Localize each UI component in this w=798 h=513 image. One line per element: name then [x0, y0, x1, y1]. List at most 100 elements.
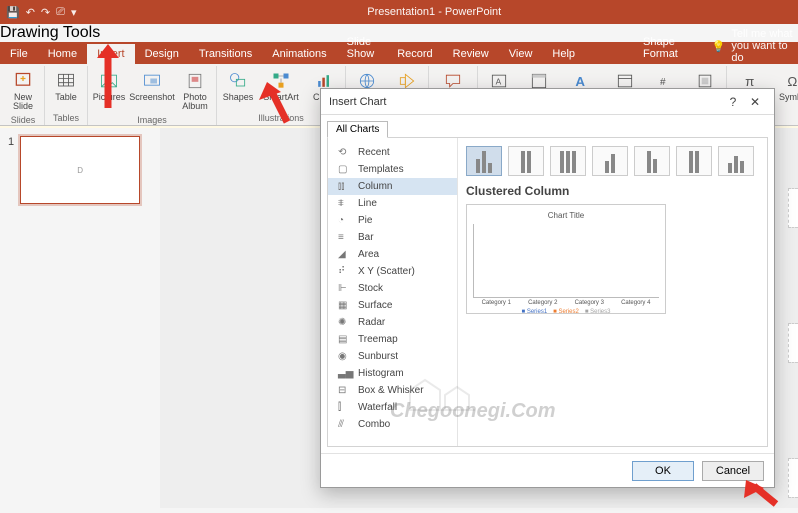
insert-chart-dialog: Insert Chart ? ✕ All Charts ⟲Recent▢Temp…: [320, 88, 775, 488]
new-slide-button[interactable]: New Slide: [6, 68, 40, 114]
dialog-titlebar[interactable]: Insert Chart ? ✕: [321, 89, 774, 115]
slide-edge-placeholder: [788, 323, 798, 363]
subtype-3d-stacked-column[interactable]: [634, 146, 670, 176]
chart-type-bar[interactable]: ≡Bar: [328, 229, 457, 246]
chart-type-icon: ⠞: [338, 266, 352, 277]
screenshot-button[interactable]: Screenshot: [132, 68, 172, 114]
slide-thumbnail-pane[interactable]: 1 D: [0, 128, 160, 508]
chart-type-icon: ▤: [338, 334, 352, 345]
group-tables: Table Tables: [45, 66, 88, 125]
chart-type-area[interactable]: ◢Area: [328, 246, 457, 263]
titlebar: 💾 ↶ ↷ ⎚ ▾ Presentation1 - PowerPoint: [0, 0, 798, 24]
cancel-button[interactable]: Cancel: [702, 461, 764, 481]
redo-icon[interactable]: ↷: [41, 6, 50, 19]
chart-preview[interactable]: Chart Title Category 1Category 2Category…: [466, 204, 666, 314]
group-slides: New Slide Slides: [2, 66, 45, 125]
chart-type-treemap[interactable]: ▤Treemap: [328, 331, 457, 348]
svg-text:π: π: [745, 74, 754, 89]
chart-preview-title: Chart Title: [473, 211, 659, 220]
tell-me-placeholder: Tell me what you want to do: [731, 28, 798, 64]
chart-category-labels: Category 1Category 2Category 3Category 4: [473, 300, 659, 306]
tab-help[interactable]: Help: [542, 44, 585, 64]
chart-preview-plot: [473, 224, 659, 298]
subtype-100-stacked-column[interactable]: [550, 146, 586, 176]
chart-type-column[interactable]: ⫾⫾Column: [328, 178, 457, 195]
lightbulb-icon: 💡: [712, 40, 726, 53]
chart-type-icon: ⟲: [338, 147, 352, 158]
symbol-button[interactable]: ΩSymbol: [777, 68, 798, 122]
subtype-clustered-column[interactable]: [466, 146, 502, 176]
tab-insert[interactable]: Insert: [87, 44, 135, 64]
slide-thumbnail[interactable]: 1 D: [8, 136, 152, 204]
chart-type-radar[interactable]: ✺Radar: [328, 314, 457, 331]
chart-type-icon: ◉: [338, 351, 352, 362]
table-icon: [55, 70, 77, 92]
tab-design[interactable]: Design: [135, 44, 189, 64]
dialog-close-button[interactable]: ✕: [744, 95, 766, 109]
subtype-3d-clustered-column[interactable]: [592, 146, 628, 176]
dialog-button-row: OK Cancel: [321, 453, 774, 487]
tell-me-search[interactable]: 💡 Tell me what you want to do: [712, 28, 798, 64]
dialog-help-button[interactable]: ?: [722, 95, 744, 109]
chart-type-templates[interactable]: ▢Templates: [328, 161, 457, 178]
chart-type-icon: ⫻: [338, 419, 352, 430]
tab-home[interactable]: Home: [38, 44, 87, 64]
shapes-icon: [227, 70, 249, 92]
pictures-button[interactable]: Pictures: [92, 68, 126, 114]
new-slide-icon: [12, 70, 34, 92]
undo-icon[interactable]: ↶: [26, 6, 35, 19]
svg-text:Ω: Ω: [787, 74, 797, 89]
subtype-stacked-column[interactable]: [508, 146, 544, 176]
quick-access-toolbar: 💾 ↶ ↷ ⎚ ▾: [6, 6, 76, 19]
smartart-button[interactable]: SmartArt: [261, 68, 301, 112]
subtype-row: [466, 146, 759, 176]
chart-type-x-y-scatter-[interactable]: ⠞X Y (Scatter): [328, 263, 457, 280]
subtab-all-charts[interactable]: All Charts: [327, 121, 388, 138]
tab-shape-format[interactable]: Shape Format: [633, 32, 692, 64]
slide-edge-placeholder: [788, 188, 798, 228]
shapes-button[interactable]: Shapes: [221, 68, 255, 112]
start-from-beginning-icon[interactable]: ⎚: [56, 6, 65, 19]
screenshot-icon: [141, 70, 163, 92]
dialog-title: Insert Chart: [329, 96, 386, 108]
chart-type-icon: ▦: [338, 300, 352, 311]
slide-number: 1: [8, 136, 14, 204]
tab-view[interactable]: View: [499, 44, 543, 64]
tab-file[interactable]: File: [0, 44, 38, 64]
chart-type-surface[interactable]: ▦Surface: [328, 297, 457, 314]
save-icon[interactable]: 💾: [6, 6, 20, 19]
chart-legend: Series1 Series2 Series3: [473, 309, 659, 315]
table-button[interactable]: Table: [49, 68, 83, 112]
tab-animations[interactable]: Animations: [262, 44, 336, 64]
subtype-3d-column[interactable]: [718, 146, 754, 176]
smartart-icon: [270, 70, 292, 92]
dialog-subtabs: All Charts: [321, 115, 774, 138]
watermark-text: Chegoonegi.Com: [390, 400, 556, 423]
chart-type-icon: ▢: [338, 164, 352, 175]
chart-type-icon: ≡: [338, 232, 352, 243]
group-images: Pictures Screenshot Photo Album Images: [88, 66, 217, 125]
svg-text:#: #: [660, 77, 666, 88]
chart-type-stock[interactable]: ⊩Stock: [328, 280, 457, 297]
chart-type-icon: ⊩: [338, 283, 352, 294]
chart-type-line[interactable]: ⩨Line: [328, 195, 457, 212]
chart-type-icon: ✺: [338, 317, 352, 328]
photo-album-icon: [184, 70, 206, 92]
chart-type-icon: ⫿: [338, 402, 352, 413]
tab-transitions[interactable]: Transitions: [189, 44, 262, 64]
chart-type-icon: ▃▅: [338, 368, 352, 379]
tab-record[interactable]: Record: [387, 44, 442, 64]
svg-text:A: A: [575, 74, 585, 89]
chart-type-icon: ⫾⫾: [338, 181, 352, 192]
chart-type-recent[interactable]: ⟲Recent: [328, 144, 457, 161]
picture-icon: [98, 70, 120, 92]
tab-slide-show[interactable]: Slide Show: [337, 32, 388, 64]
chart-type-sunburst[interactable]: ◉Sunburst: [328, 348, 457, 365]
subtype-3d-100-stacked[interactable]: [676, 146, 712, 176]
ok-button[interactable]: OK: [632, 461, 694, 481]
photo-album-button[interactable]: Photo Album: [178, 68, 212, 114]
chart-type-icon: ◔: [338, 215, 352, 226]
tab-review[interactable]: Review: [443, 44, 499, 64]
slide-thumbnail-preview[interactable]: D: [20, 136, 140, 204]
chart-type-pie[interactable]: ◔Pie: [328, 212, 457, 229]
